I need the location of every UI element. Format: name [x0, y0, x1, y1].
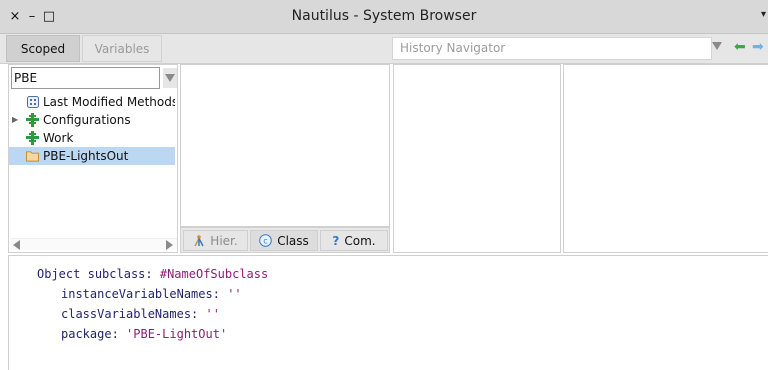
tab-class[interactable]: c Class [250, 230, 318, 251]
history-navigator-input[interactable]: History Navigator [392, 37, 712, 60]
code-line-4: package: 'PBE-LightOut' [61, 327, 227, 341]
code-string: '' [205, 307, 220, 321]
method-pane[interactable] [563, 64, 768, 253]
package-item-pbe-lightsout[interactable]: PBE-LightsOut [9, 147, 175, 165]
question-mark-icon: ? [332, 233, 340, 248]
tab-scoped[interactable]: Scoped [6, 35, 80, 62]
configuration-icon [26, 129, 39, 147]
title-bar: × – □ Nautilus - System Browser ▾ [0, 0, 768, 34]
package-item-label: Work [43, 131, 74, 145]
code-line-2: instanceVariableNames: '' [61, 287, 242, 301]
package-item-label: PBE-LightsOut [43, 149, 129, 163]
protocol-pane[interactable] [393, 64, 561, 253]
window-menu-icon[interactable]: ▾ [761, 9, 766, 20]
filter-dropdown-icon[interactable] [163, 68, 177, 88]
class-pane[interactable] [180, 64, 390, 227]
folder-icon [26, 147, 39, 165]
horizontal-scrollbar[interactable] [11, 238, 177, 250]
back-arrow-icon[interactable]: ⬅ [734, 39, 746, 55]
code-string: 'PBE-LightOut' [126, 327, 228, 341]
tab-hierarchy-label: Hier. [210, 233, 238, 248]
package-item-configurations[interactable]: ▶ Configurations [9, 111, 175, 129]
code-symbol: #NameOfSubclass [159, 267, 269, 281]
package-item-work[interactable]: Work [9, 129, 175, 147]
tab-comment-label: Com. [344, 233, 376, 248]
hierarchy-icon [193, 234, 205, 247]
configuration-icon [26, 111, 39, 129]
class-icon: c [259, 234, 273, 247]
tab-comment[interactable]: ? Com. [320, 230, 388, 251]
package-item-last-modified[interactable]: Last Modified Methods [9, 93, 175, 111]
grid-icon [26, 93, 39, 111]
class-view-tabs: Hier. c Class ? Com. [180, 227, 390, 253]
code-selector: subclass: [87, 267, 153, 281]
scroll-right-icon[interactable] [166, 240, 173, 250]
package-filter-input[interactable]: PBE [11, 67, 160, 89]
code-selector: instanceVariableNames: [61, 287, 220, 301]
expand-triangle-icon[interactable]: ▶ [12, 111, 18, 129]
code-editor[interactable]: Object subclass: #NameOfSubclass instanc… [8, 255, 768, 370]
scroll-left-icon[interactable] [13, 240, 20, 250]
toolbar: Scoped Variables History Navigator ⬅ ➡ [0, 34, 768, 64]
tab-variables[interactable]: Variables [82, 35, 162, 62]
window-title: Nautilus - System Browser [291, 8, 477, 24]
code-selector: classVariableNames: [61, 307, 199, 321]
package-item-label: Last Modified Methods [43, 95, 175, 109]
svg-text:c: c [264, 237, 268, 246]
code-line-1: Object subclass: #NameOfSubclass [37, 267, 268, 281]
tab-class-label: Class [277, 233, 309, 248]
code-selector: package: [61, 327, 119, 341]
forward-arrow-icon[interactable]: ➡ [752, 39, 764, 55]
code-string: '' [227, 287, 242, 301]
code-line-3: classVariableNames: '' [61, 307, 220, 321]
package-item-label: Configurations [43, 113, 131, 127]
history-dropdown-icon[interactable] [712, 42, 722, 50]
tab-hierarchy[interactable]: Hier. [183, 230, 248, 251]
package-pane: PBE Last Modified Methods ▶ Configuratio… [8, 64, 178, 253]
code-receiver: Object [37, 267, 81, 281]
